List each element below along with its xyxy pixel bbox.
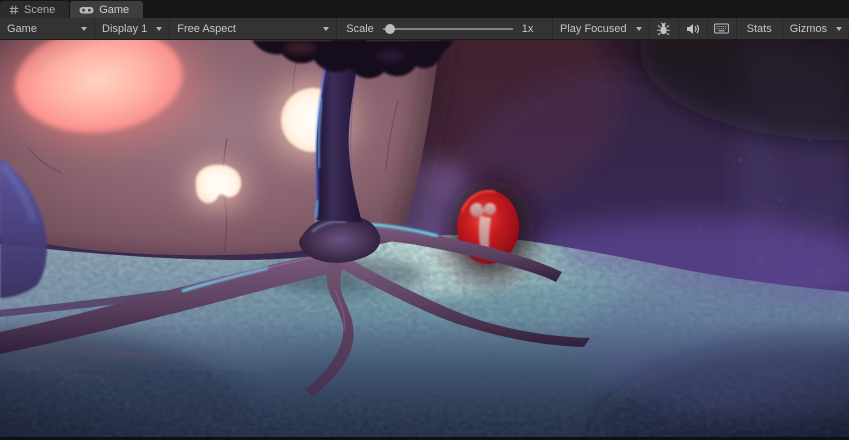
debug-updater-toggle[interactable] <box>650 18 679 39</box>
scale-slider-track[interactable] <box>383 28 513 30</box>
scale-label: Scale <box>346 23 374 35</box>
game-render-surface[interactable] <box>0 40 849 437</box>
scale-slider-handle[interactable] <box>385 24 395 34</box>
play-focused-label: Play Focused <box>560 23 627 35</box>
scale-value: 1x <box>522 23 534 35</box>
chevron-down-icon <box>323 27 329 31</box>
aspect-label: Free Aspect <box>177 23 236 35</box>
tab-scene[interactable]: Scene <box>0 1 69 18</box>
stats-label: Stats <box>747 23 772 35</box>
debug-bug-icon <box>656 22 671 36</box>
rendered-3d-scene <box>0 40 849 437</box>
game-mode-label: Game <box>7 23 37 35</box>
tab-game-label: Game <box>99 4 129 16</box>
display-dropdown[interactable]: Display 1 <box>95 18 170 39</box>
grid-icon <box>9 5 19 15</box>
chevron-down-icon <box>836 27 842 31</box>
scale-slider[interactable] <box>383 18 513 39</box>
tab-game[interactable]: Game <box>70 1 143 18</box>
aspect-ratio-dropdown[interactable]: Free Aspect <box>170 18 337 39</box>
gizmos-label: Gizmos <box>790 23 827 35</box>
chevron-down-icon <box>156 27 162 31</box>
toolbar-spacer <box>542 18 552 39</box>
vignette <box>0 40 849 437</box>
game-view-toolbar: Game Display 1 Free Aspect Scale 1x Play… <box>0 18 849 40</box>
tab-scene-label: Scene <box>24 4 55 16</box>
gamepad-icon <box>79 5 94 15</box>
keyboard-shortcuts-icon <box>714 23 729 34</box>
play-focused-dropdown[interactable]: Play Focused <box>552 18 650 39</box>
display-label: Display 1 <box>102 23 147 35</box>
stats-button[interactable]: Stats <box>737 18 783 39</box>
mute-audio-icon <box>686 23 700 35</box>
tab-strip: Scene Game <box>0 0 849 18</box>
gizmos-dropdown[interactable]: Gizmos <box>783 18 849 39</box>
game-mode-dropdown[interactable]: Game <box>0 18 95 39</box>
scale-control: Scale 1x <box>337 18 542 39</box>
mute-audio-toggle[interactable] <box>679 18 708 39</box>
chevron-down-icon <box>81 27 87 31</box>
keyboard-shortcuts-toggle[interactable] <box>708 18 737 39</box>
chevron-down-icon <box>636 27 642 31</box>
